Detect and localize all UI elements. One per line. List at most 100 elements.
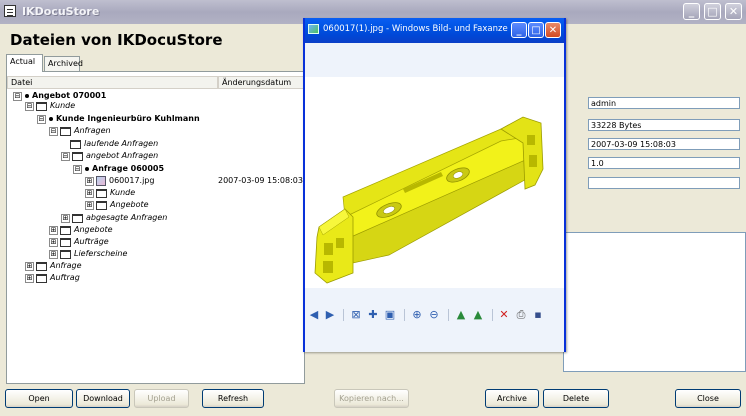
- expand-icon[interactable]: ⊞: [85, 188, 94, 198]
- minimize-button[interactable]: _: [683, 3, 700, 20]
- viewer-title-bar[interactable]: 060017(1).jpg - Windows Bild- und Faxanz…: [305, 18, 564, 43]
- print-icon[interactable]: ⎙: [514, 308, 528, 322]
- bullet-icon: [49, 116, 53, 121]
- next-image-icon[interactable]: ▶: [323, 308, 337, 322]
- tree-row[interactable]: ⊞ Angebote: [85, 200, 149, 210]
- expand-icon[interactable]: ⊞: [49, 237, 58, 247]
- copy-to-button[interactable]: Kopieren nach...: [334, 389, 409, 408]
- tree-row-label: Anfrage: [50, 261, 82, 270]
- expand-icon[interactable]: ⊞: [85, 176, 94, 186]
- tree-row-selected-file[interactable]: ⊞ 060017.jpg 2007-03-09 15:08:03: [85, 176, 303, 186]
- tree-row-label: Kunde Ingenieurbüro Kuhlmann: [56, 114, 200, 123]
- owner-field[interactable]: admin: [588, 97, 740, 109]
- close-button[interactable]: Close: [675, 389, 741, 408]
- tree-row-label: Anfragen: [74, 126, 111, 135]
- tree-row[interactable]: ⊞ Kunde: [85, 188, 135, 198]
- tree-row[interactable]: ⊞ Aufträge: [49, 237, 109, 247]
- tree-row-label: 060017.jpg: [109, 176, 155, 185]
- expand-icon[interactable]: ⊞: [85, 200, 94, 210]
- tree-row[interactable]: ⊟ Kunde Ingenieurbüro Kuhlmann: [37, 114, 200, 124]
- actual-size-icon[interactable]: ✚: [366, 308, 380, 322]
- folder-icon: [60, 249, 71, 259]
- tree-row[interactable]: ⊟ Anfrage 060005: [73, 164, 164, 174]
- tree-row-label: Angebote: [110, 200, 149, 209]
- maximize-button[interactable]: □: [704, 3, 721, 20]
- tab-archived[interactable]: Archived: [44, 56, 83, 71]
- refresh-button[interactable]: Refresh: [202, 389, 264, 408]
- column-header-name[interactable]: Datei: [7, 76, 218, 89]
- best-fit-icon[interactable]: ⊠: [349, 308, 363, 322]
- close-window-button[interactable]: ✕: [725, 3, 742, 20]
- image-viewer-window[interactable]: 060017(1).jpg - Windows Bild- und Faxanz…: [303, 18, 566, 352]
- maximize-icon: □: [707, 5, 718, 18]
- description-box[interactable]: [563, 232, 746, 372]
- tree-row-label: Kunde: [110, 188, 136, 197]
- tree-row-label: Lieferscheine: [74, 249, 128, 258]
- collapse-icon[interactable]: ⊟: [25, 101, 34, 111]
- download-button[interactable]: Download: [76, 389, 130, 408]
- slideshow-icon[interactable]: ▣: [383, 308, 397, 322]
- viewer-minimize-button[interactable]: _: [511, 22, 527, 38]
- collapse-icon[interactable]: ⊟: [73, 164, 82, 174]
- zoom-out-icon[interactable]: ⊖: [427, 308, 441, 322]
- tree-row[interactable]: ⊞ Anfrage: [25, 261, 82, 271]
- upload-button[interactable]: Upload: [134, 389, 189, 408]
- archive-button[interactable]: Archive: [485, 389, 539, 408]
- viewer-maximize-button[interactable]: □: [528, 22, 544, 38]
- modified-field[interactable]: 2007-03-09 15:08:03: [588, 138, 740, 150]
- delete-button[interactable]: Delete: [543, 389, 609, 408]
- folder-icon: [36, 101, 47, 111]
- previous-image-icon[interactable]: ◀: [307, 308, 321, 322]
- minimize-icon: _: [688, 5, 695, 18]
- collapse-icon[interactable]: ⊟: [49, 126, 58, 136]
- zoom-in-icon[interactable]: ⊕: [410, 308, 424, 322]
- folder-icon: [60, 237, 71, 247]
- tree-row-label: abgesagte Anfragen: [86, 213, 168, 222]
- tree-row[interactable]: ⊟ Anfragen: [49, 126, 111, 136]
- folder-icon: [70, 139, 81, 149]
- bullet-icon: [85, 166, 89, 171]
- extra-field[interactable]: [588, 177, 740, 189]
- tree-row[interactable]: ⊞ Lieferscheine: [49, 249, 127, 259]
- tree-row[interactable]: ⊟ Kunde: [25, 101, 75, 111]
- app-icon: [4, 5, 16, 17]
- expand-icon[interactable]: ⊞: [49, 225, 58, 235]
- viewer-close-button[interactable]: ✕: [545, 22, 561, 38]
- maximize-icon: □: [531, 25, 541, 36]
- collapse-icon[interactable]: ⊟: [61, 151, 70, 161]
- rotate-counterclockwise-icon[interactable]: ▲: [471, 308, 485, 322]
- minimize-icon: _: [516, 25, 522, 36]
- tree-row[interactable]: ⊟ angebot Anfragen: [61, 151, 158, 161]
- tab-actual[interactable]: Actual: [6, 54, 43, 72]
- delete-icon[interactable]: ✕: [497, 308, 511, 322]
- tree-row-date: 2007-03-09 15:08:03: [218, 176, 303, 185]
- size-field[interactable]: 33228 Bytes: [588, 119, 740, 131]
- column-header-date[interactable]: Änderungsdatum: [218, 76, 304, 89]
- version-field[interactable]: 1.0: [588, 157, 740, 169]
- bracket-part-image: [314, 116, 544, 284]
- folder-icon: [72, 213, 83, 223]
- expand-icon[interactable]: ⊞: [49, 249, 58, 259]
- close-icon: ✕: [548, 25, 558, 36]
- tree-row-label: Angebot 070001: [32, 91, 107, 100]
- rotate-clockwise-icon[interactable]: ▲: [454, 308, 468, 322]
- folder-icon: [96, 200, 107, 210]
- open-button[interactable]: Open: [5, 389, 73, 408]
- tree-row[interactable]: laufende Anfragen: [70, 139, 158, 149]
- tree-row[interactable]: ⊟ Angebot 070001: [13, 91, 106, 101]
- tree-row[interactable]: ⊞ Angebote: [49, 225, 113, 235]
- expand-icon[interactable]: ⊞: [25, 273, 34, 283]
- file-tree[interactable]: Datei Änderungsdatum ⊟ Angebot 070001 ⊟ Ku…: [6, 71, 305, 384]
- image-file-icon: [96, 176, 106, 186]
- tree-row-label: Angebote: [74, 225, 113, 234]
- folder-icon: [60, 225, 71, 235]
- save-icon[interactable]: ▪: [531, 308, 545, 322]
- toolbar-separator: [448, 309, 449, 321]
- tree-row[interactable]: ⊞ abgesagte Anfragen: [61, 213, 167, 223]
- expand-icon[interactable]: ⊞: [61, 213, 70, 223]
- collapse-icon[interactable]: ⊟: [13, 91, 22, 101]
- expand-icon[interactable]: ⊞: [25, 261, 34, 271]
- collapse-icon[interactable]: ⊟: [37, 114, 46, 124]
- folder-icon: [60, 126, 71, 136]
- tree-row[interactable]: ⊞ Auftrag: [25, 273, 80, 283]
